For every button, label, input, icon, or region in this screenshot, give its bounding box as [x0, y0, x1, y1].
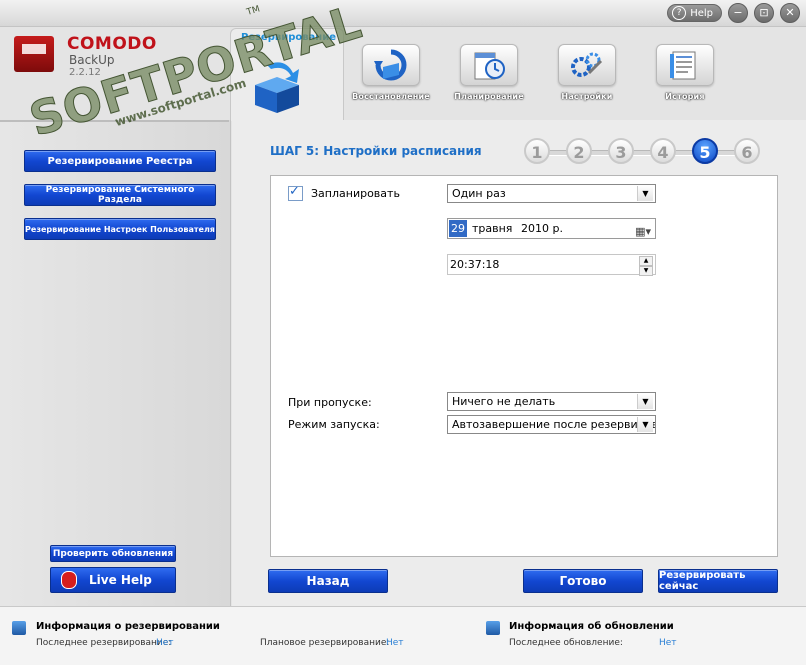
logo-icon	[14, 36, 54, 72]
main-panel: ШАГ 5: Настройки расписания 1 2 3 4 5 6 …	[232, 120, 806, 606]
backup-box-icon	[255, 62, 299, 113]
maximize-icon[interactable]: ⊡	[754, 3, 774, 23]
chevron-down-icon: ▼	[637, 417, 653, 432]
live-help-label: Live Help	[89, 573, 152, 587]
done-button[interactable]: Готово	[523, 569, 643, 593]
title-bar: ? Help − ⊡ ✕	[0, 0, 806, 27]
spin-down-icon[interactable]: ▼	[639, 266, 653, 276]
help-button[interactable]: ? Help	[667, 4, 722, 22]
frequency-value: Один раз	[452, 187, 506, 200]
backup-info-title: Информация о резервировании	[36, 621, 220, 632]
schedule-checkbox-label: Запланировать	[311, 187, 400, 200]
tab-schedule-label: Планирование	[454, 92, 524, 101]
calendar-icon[interactable]: ▦▾	[635, 222, 651, 241]
step-title: ШАГ 5: Настройки расписания	[270, 144, 482, 158]
schedule-icon	[460, 44, 518, 86]
tab-restore[interactable]: Восстановление	[342, 44, 440, 106]
step-3[interactable]: 3	[608, 138, 634, 164]
last-backup-label: Последнее резервирование:	[36, 638, 172, 648]
step-4[interactable]: 4	[650, 138, 676, 164]
tab-restore-label: Восстановление	[352, 92, 430, 101]
date-picker[interactable]: 29 травня 2010 р. ▦▾	[447, 218, 656, 239]
tab-schedule[interactable]: Планирование	[440, 44, 538, 106]
planned-backup-label: Плановое резервирование:	[260, 638, 390, 648]
update-info-title: Информация об обновлении	[509, 621, 674, 632]
last-update-label: Последнее обновление:	[509, 638, 623, 648]
step-2[interactable]: 2	[566, 138, 592, 164]
live-help-icon	[61, 571, 77, 589]
frequency-dropdown[interactable]: Один раз ▼	[447, 184, 656, 203]
last-backup-value: Нет	[156, 638, 174, 648]
backup-registry-button[interactable]: Резервирование Реестра	[24, 150, 216, 172]
brand-name: COMODO	[67, 34, 157, 54]
date-month[interactable]: травня	[472, 219, 512, 238]
run-mode-dropdown[interactable]: Автозавершение после резервиров ▼	[447, 415, 656, 434]
restore-graphic	[374, 49, 407, 81]
run-mode-label: Режим запуска:	[288, 418, 380, 431]
step-5-current[interactable]: 5	[692, 138, 718, 164]
check-updates-button[interactable]: Проверить обновления	[50, 545, 176, 562]
planned-backup-value: Нет	[386, 638, 404, 648]
window-controls: ? Help − ⊡ ✕	[667, 3, 800, 23]
tab-history-label: История	[665, 92, 705, 101]
schedule-settings-panel: Запланировать Один раз ▼ 29 травня 2010 …	[270, 175, 778, 557]
step-1[interactable]: 1	[524, 138, 550, 164]
minimize-icon[interactable]: −	[728, 3, 748, 23]
date-year[interactable]: 2010 р.	[521, 219, 563, 238]
backup-user-settings-button[interactable]: Резервирование Настроек Пользователя	[24, 218, 216, 240]
update-info-icon	[486, 621, 500, 635]
on-skip-dropdown[interactable]: Ничего не делать ▼	[447, 392, 656, 411]
settings-graphic	[571, 52, 603, 77]
on-skip-label: При пропуске:	[288, 396, 372, 409]
history-graphic	[670, 51, 696, 80]
on-skip-value: Ничего не делать	[452, 395, 556, 408]
tab-backup-label: Резервирование	[241, 32, 336, 43]
tab-history[interactable]: История	[636, 44, 734, 106]
help-icon: ?	[672, 6, 687, 20]
product-name: BackUp	[69, 53, 115, 67]
tab-backup[interactable]: Резервирование	[230, 28, 344, 121]
sidebar-divider	[0, 120, 229, 122]
chevron-down-icon: ▼	[637, 186, 653, 201]
time-spinner: ▲ ▼	[639, 256, 653, 276]
schedule-checkbox[interactable]	[288, 184, 303, 201]
backup-now-button[interactable]: Резервировать сейчас	[658, 569, 778, 593]
settings-icon	[558, 44, 616, 86]
app-logo: COMODO BackUp 2.2.12	[14, 34, 174, 94]
restore-icon	[362, 44, 420, 86]
backup-info-icon	[12, 621, 26, 635]
product-version: 2.2.12	[69, 67, 101, 78]
main-tabs: Восстановление Планирование Настройки Ис…	[342, 44, 734, 106]
backup-system-partition-button[interactable]: Резервирование Системного Раздела	[24, 184, 216, 206]
time-field[interactable]: 20:37:18 ▲ ▼	[447, 254, 656, 276]
help-label: Help	[690, 7, 713, 19]
step-6[interactable]: 6	[734, 138, 760, 164]
live-help-button[interactable]: Live Help	[50, 567, 176, 593]
run-mode-value: Автозавершение после резервиров	[452, 418, 656, 431]
tab-settings-label: Настройки	[561, 92, 613, 101]
date-day[interactable]: 29	[449, 220, 467, 237]
history-icon	[656, 44, 714, 86]
back-button[interactable]: Назад	[268, 569, 388, 593]
close-icon[interactable]: ✕	[780, 3, 800, 23]
last-update-value: Нет	[659, 638, 677, 648]
wizard-steps: 1 2 3 4 5 6	[524, 137, 764, 167]
time-value: 20:37:18	[450, 258, 500, 271]
tab-settings[interactable]: Настройки	[538, 44, 636, 106]
status-bar: Информация о резервировании Последнее ре…	[0, 606, 806, 665]
app-window: ? Help − ⊡ ✕ COMODO BackUp 2.2.12 Резерв…	[0, 0, 806, 665]
spin-up-icon[interactable]: ▲	[639, 256, 653, 266]
schedule-graphic	[474, 52, 505, 80]
schedule-checkbox-row: Запланировать	[288, 184, 400, 201]
chevron-down-icon: ▼	[637, 394, 653, 409]
